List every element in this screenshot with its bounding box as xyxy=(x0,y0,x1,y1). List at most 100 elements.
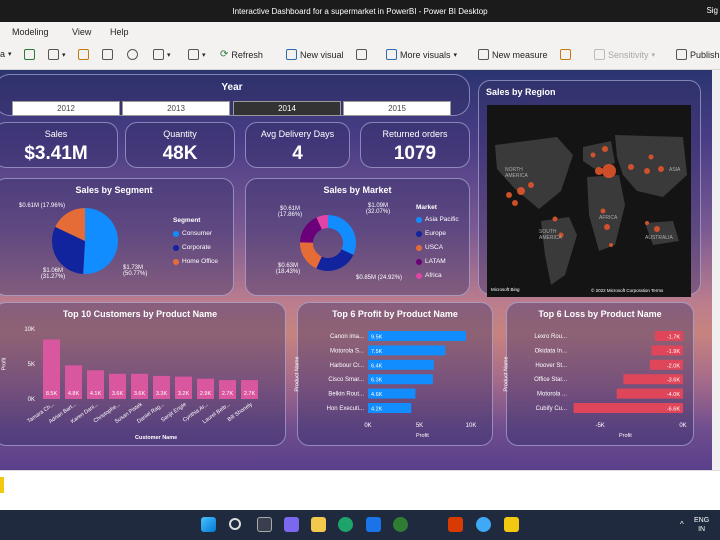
kpi-card-sales[interactable]: Sales $3.41M xyxy=(0,122,118,168)
y-tick-label: Cubify Cu... xyxy=(536,406,568,412)
transform-icon[interactable]: ▾ xyxy=(188,49,206,60)
file-explorer-icon[interactable] xyxy=(311,517,326,532)
customers-bar-chart[interactable]: 0K5K10K8.5KTamara Ch...4.8KAdrian Bart..… xyxy=(0,303,287,447)
pie-slice[interactable] xyxy=(83,208,118,274)
data-label: $1.73M (50.77%) xyxy=(123,265,148,277)
search-icon[interactable] xyxy=(229,518,241,530)
map-label-australia: AUSTRALIA xyxy=(645,235,673,241)
sales-by-market-card[interactable]: Sales by Market $0.61M (17.86%) $1.09M (… xyxy=(245,178,470,296)
legend-item-usca[interactable]: USCA xyxy=(416,244,443,251)
kpi-value: $3.41M xyxy=(24,143,88,164)
data-label: 6.3K xyxy=(371,378,383,384)
page-tabs-bar xyxy=(0,470,720,497)
x-axis-title: Profit xyxy=(619,433,632,439)
sales-by-segment-card[interactable]: Sales by Segment $0.61M (17.96%) $1.06M … xyxy=(0,178,234,296)
loss-bar-chart[interactable]: Lexro Rou... -1.7K Okidata In... -1.9K Hoove… xyxy=(507,303,695,447)
chevron-up-icon[interactable]: ^ xyxy=(680,520,684,529)
bar[interactable] xyxy=(368,331,466,341)
title-bar: Interactive Dashboard for a supermarket … xyxy=(0,0,720,22)
legend-item-corporate[interactable]: Corporate xyxy=(173,244,211,251)
legend-item-home-office[interactable]: Home Office xyxy=(173,258,218,265)
dataverse-icon[interactable] xyxy=(24,49,35,60)
enter-data-icon[interactable] xyxy=(78,49,89,60)
more-visuals-label: More visuals xyxy=(400,49,451,60)
year-option-2013[interactable]: 2013 xyxy=(122,101,230,116)
sales-by-region-card[interactable]: Sales by Region NORTH AMERICA ASIA AFRIC… xyxy=(478,80,701,297)
transform-data-icon[interactable]: a ▾ xyxy=(0,49,12,59)
canvas-scrollbar[interactable] xyxy=(712,70,720,470)
get-data-icon[interactable]: ▾ xyxy=(153,49,171,60)
office-icon[interactable] xyxy=(448,517,463,532)
legend-item-consumer[interactable]: Consumer xyxy=(173,230,212,237)
map-label-africa: AFRICA xyxy=(599,215,618,221)
sensitivity-button[interactable]: Sensitivity ▾ xyxy=(594,49,655,60)
year-option-2015[interactable]: 2015 xyxy=(343,101,451,116)
sensitivity-icon xyxy=(594,49,605,60)
menu-modeling[interactable]: Modeling xyxy=(12,27,49,37)
more-visuals-button[interactable]: More visuals ▾ xyxy=(386,49,457,60)
map-label-north-america: NORTH AMERICA xyxy=(505,167,528,179)
report-canvas: Year 2012 2013 2014 2015 Sales $3.41M Qu… xyxy=(0,70,712,470)
data-label: 7.5K xyxy=(371,349,383,355)
power-bi-icon[interactable] xyxy=(504,517,519,532)
meet-icon[interactable] xyxy=(393,517,408,532)
legend-label: USCA xyxy=(425,244,444,251)
top-loss-card[interactable]: Top 6 Loss by Product Name Lexro Rou... -… xyxy=(503,302,695,447)
y-tick-label: Motorola S... xyxy=(330,348,364,354)
browser-icon[interactable] xyxy=(476,517,491,532)
refresh-button[interactable]: ⟳ Refresh xyxy=(220,49,263,60)
legend-label: Africa xyxy=(425,272,442,279)
ribbon: a ▾ ▾ ▾ ▾ ⟳ Refresh New visual More visual… xyxy=(0,42,720,70)
top-profit-card[interactable]: Top 6 Profit by Product Name Canon ima..… xyxy=(295,302,494,447)
kpi-card-avg-delivery-days[interactable]: Avg Delivery Days 4 xyxy=(245,122,350,168)
start-icon[interactable] xyxy=(201,517,216,532)
x-tick-label: 0K xyxy=(364,423,371,429)
y-tick-label: Hoover St... xyxy=(535,363,567,369)
quick-measure-icon[interactable] xyxy=(560,49,571,60)
profit-bar-chart[interactable]: Canon ima... 9.5K Motorola S... 7.5K Harbour… xyxy=(298,303,494,447)
excel-icon[interactable] xyxy=(102,49,113,60)
edge-icon[interactable] xyxy=(338,517,353,532)
data-label: 6.4K xyxy=(371,363,383,369)
x-axis-title: Profit xyxy=(416,433,429,439)
data-label: 9.5K xyxy=(371,335,383,341)
data-label: 4.2K xyxy=(371,407,383,413)
new-visual-button[interactable]: New visual xyxy=(286,49,344,60)
publish-button[interactable]: Publish xyxy=(676,49,720,60)
menu-help[interactable]: Help xyxy=(110,27,129,37)
task-view-icon[interactable] xyxy=(257,517,272,532)
year-option-2012[interactable]: 2012 xyxy=(12,101,120,116)
data-label: 4.8K xyxy=(68,391,80,397)
kpi-card-returned-orders[interactable]: Returned orders 1079 xyxy=(360,122,470,168)
top-customers-card[interactable]: Top 10 Customers by Product Name 0K 5K 10K… xyxy=(0,302,286,446)
language-indicator[interactable]: ENG IN xyxy=(694,516,709,534)
y-axis-title: Product Name xyxy=(503,356,510,392)
map-label-asia: ASIA xyxy=(669,167,681,173)
legend-item-asia-pacific[interactable]: Asia Pacific xyxy=(416,216,459,223)
y-tick-label: Belkin Rout... xyxy=(328,392,364,398)
sign-in-link[interactable]: Sig xyxy=(706,6,718,15)
bing-logo: Microsoft Bing xyxy=(491,287,520,292)
pie-slice[interactable] xyxy=(316,249,354,271)
kpi-card-quantity[interactable]: Quantity 48K xyxy=(125,122,235,168)
sql-server-icon[interactable]: ▾ xyxy=(48,49,66,60)
new-measure-button[interactable]: New measure xyxy=(478,49,548,60)
mail-icon[interactable] xyxy=(366,517,381,532)
page-tab-indicator[interactable] xyxy=(0,477,4,493)
map-label-south-america: SOUTH AMERICA xyxy=(539,229,562,241)
legend-item-africa[interactable]: Africa xyxy=(416,272,442,279)
year-option-2014[interactable]: 2014 xyxy=(233,101,341,116)
text-box-icon[interactable] xyxy=(356,49,367,60)
more-visuals-icon xyxy=(386,49,397,60)
chat-icon[interactable] xyxy=(284,517,299,532)
world-map[interactable]: NORTH AMERICA ASIA AFRICA SOUTH AMERICA … xyxy=(487,105,691,297)
pie-slice[interactable] xyxy=(328,215,356,255)
menu-view[interactable]: View xyxy=(72,27,91,37)
language-code: ENG xyxy=(694,517,710,524)
legend-item-latam[interactable]: LATAM xyxy=(416,258,446,265)
legend-item-europe[interactable]: Europe xyxy=(416,230,446,237)
data-label: 4.1K xyxy=(90,391,102,397)
recent-sources-icon[interactable] xyxy=(127,49,138,60)
publish-icon xyxy=(676,49,687,60)
data-label: 3.6K xyxy=(134,391,146,397)
